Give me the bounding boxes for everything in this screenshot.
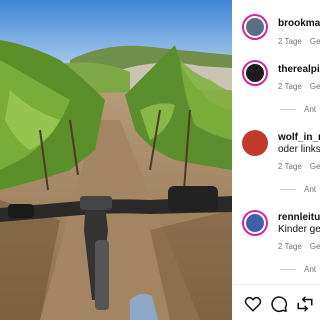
avatar[interactable] xyxy=(242,130,268,156)
post-actions-bar xyxy=(232,284,320,320)
avatar-image xyxy=(246,18,264,36)
avatar[interactable] xyxy=(242,60,268,86)
view-replies-button[interactable]: Ant xyxy=(280,105,316,114)
comment-username[interactable]: brookmac xyxy=(278,18,320,29)
avatar[interactable] xyxy=(242,210,268,236)
comment-meta: 2 Tage Ge xyxy=(278,242,320,251)
comments-panel: brookmac 2 Tage Ge therealpil 2 Tage Ge An… xyxy=(232,0,320,320)
replies-divider xyxy=(280,189,296,191)
view-replies-label: Ant xyxy=(304,185,317,194)
comment-time: 2 Tage xyxy=(278,82,302,91)
comment-time: 2 Tage xyxy=(278,242,302,251)
comment-meta: 2 Tage Ge xyxy=(278,162,320,171)
view-replies-label: Ant xyxy=(304,105,317,114)
comment-username[interactable]: wolf_in_m xyxy=(278,132,320,143)
comment-meta: 2 Tage Ge xyxy=(278,82,320,91)
replies-divider xyxy=(280,269,296,271)
avatar[interactable] xyxy=(242,14,268,40)
comment-username[interactable]: rennleitur xyxy=(278,212,320,223)
view-replies-button[interactable]: Ant xyxy=(280,265,316,274)
comment-text: oder links xyxy=(278,144,320,155)
comment-time: 2 Tage xyxy=(278,162,302,171)
avatar-image xyxy=(242,130,268,156)
comment-text: Kinder ge xyxy=(278,224,320,235)
avatar-image xyxy=(246,214,264,232)
reply-button[interactable]: Ge xyxy=(310,162,320,171)
reply-button[interactable]: Ge xyxy=(310,37,320,46)
post-video[interactable] xyxy=(0,0,232,320)
share-icon[interactable] xyxy=(296,295,314,313)
avatar-image xyxy=(246,64,264,82)
vineyard-ride-scene xyxy=(0,0,232,320)
reply-button[interactable]: Ge xyxy=(310,242,320,251)
heart-icon[interactable] xyxy=(244,295,262,313)
replies-divider xyxy=(280,109,296,111)
reply-button[interactable]: Ge xyxy=(310,82,320,91)
comment-username[interactable]: therealpil xyxy=(278,64,320,75)
comment-icon[interactable] xyxy=(270,295,288,313)
comment-meta: 2 Tage Ge xyxy=(278,37,320,46)
comment-time: 2 Tage xyxy=(278,37,302,46)
view-replies-label: Ant xyxy=(304,265,317,274)
view-replies-button[interactable]: Ant xyxy=(280,185,316,194)
